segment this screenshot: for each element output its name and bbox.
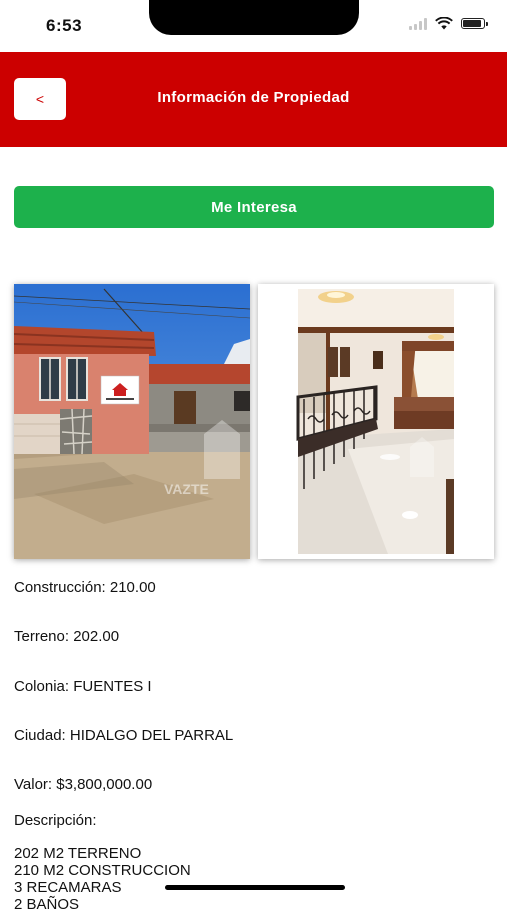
description-text: 202 M2 TERRENO 210 M2 CONSTRUCCION 3 REC… [14,845,191,913]
property-photo-exterior[interactable]: VAZTE [14,284,250,559]
watermark-text: VAZTE [164,481,209,497]
description-line: 202 M2 TERRENO [14,845,142,862]
home-indicator[interactable] [165,885,345,890]
exterior-image: VAZTE [14,284,250,559]
status-icons [409,17,488,30]
status-bar: 6:53 [0,0,507,52]
description-label: Descripción: [14,812,97,829]
property-photo-interior[interactable] [258,284,494,559]
status-time: 6:53 [46,16,83,35]
land-area: Terreno: 202.00 [14,628,120,645]
price: Valor: $3,800,000.00 [14,776,153,793]
description-line: 210 M2 CONSTRUCCION [14,862,191,879]
page-title: Información de Propiedad [157,89,350,106]
construction-area: Construcción: 210.00 [14,579,156,596]
cellular-signal-icon [409,17,427,30]
notch [149,0,359,35]
description-line: 2 BAÑOS [14,896,80,913]
interior-image [258,284,494,559]
wifi-icon [435,17,453,30]
city: Ciudad: HIDALGO DEL PARRAL [14,727,234,744]
interest-button[interactable]: Me Interesa [14,186,494,228]
app-header: < Información de Propiedad [0,52,507,147]
battery-icon [461,18,488,29]
neighborhood: Colonia: FUENTES I [14,678,152,695]
